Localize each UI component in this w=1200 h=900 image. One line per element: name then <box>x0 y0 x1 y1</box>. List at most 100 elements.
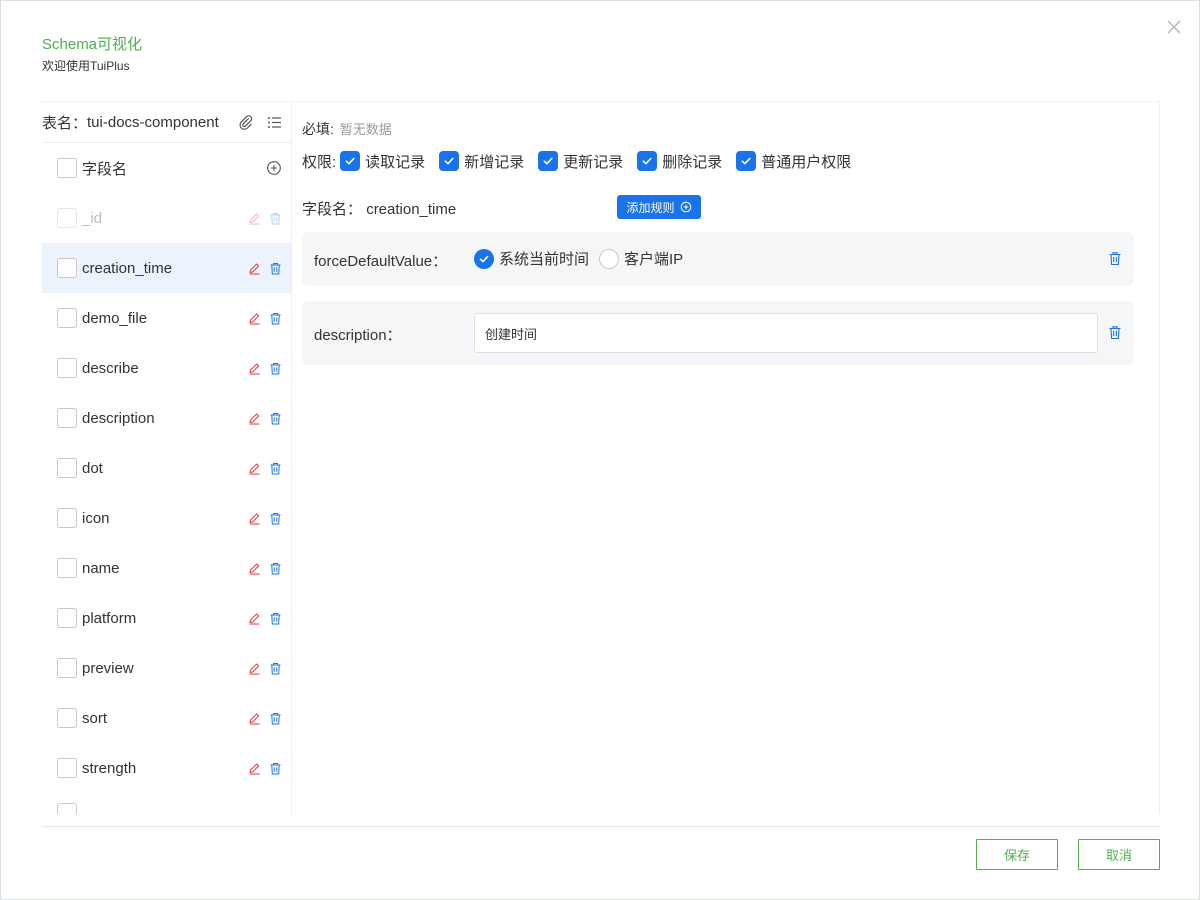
dialog-subtitle: 欢迎使用TuiPlus <box>42 59 130 73</box>
edit-icon[interactable] <box>248 712 261 725</box>
field-row-id[interactable]: _id <box>42 193 291 243</box>
edit-icon[interactable] <box>248 462 261 475</box>
selected-field-value: creation_time <box>366 201 457 218</box>
edit-icon[interactable] <box>248 262 261 275</box>
checkbox-checked-icon <box>439 151 460 171</box>
trash-icon[interactable] <box>269 762 282 775</box>
permission-label: 删除记录 <box>662 153 723 171</box>
radio-client-ip[interactable]: 客户端IP <box>599 248 683 269</box>
trash-icon[interactable] <box>269 462 282 475</box>
field-row-description[interactable]: description <box>42 393 291 443</box>
edit-icon[interactable] <box>248 562 261 575</box>
trash-icon[interactable] <box>269 212 282 225</box>
trash-icon[interactable] <box>269 312 282 325</box>
trash-icon[interactable] <box>269 412 282 425</box>
field-name-label: name <box>82 559 120 577</box>
rule-card-force-default: forceDefaultValue： 系统当前时间 客户端IP <box>302 232 1134 286</box>
radio-system-time-label: 系统当前时间 <box>499 251 590 268</box>
field-checkbox[interactable] <box>57 358 77 378</box>
edit-icon[interactable] <box>248 512 261 525</box>
permission-checkbox-3[interactable]: 删除记录 <box>637 151 722 172</box>
schema-body: 表名： tui-docs-component 字段名 _id creation_… <box>42 101 1160 814</box>
trash-icon[interactable] <box>269 512 282 525</box>
field-checkbox[interactable] <box>57 408 77 428</box>
edit-icon[interactable] <box>248 612 261 625</box>
selected-field-label: 字段名： <box>302 201 363 218</box>
footer-divider <box>42 826 1160 827</box>
field-checkbox[interactable] <box>57 258 77 278</box>
trash-icon[interactable] <box>269 712 282 725</box>
edit-icon[interactable] <box>248 662 261 675</box>
edit-icon[interactable] <box>248 362 261 375</box>
field-checkbox[interactable] <box>57 508 77 528</box>
field-header-row: 字段名 <box>42 143 291 193</box>
cancel-button[interactable]: 取消 <box>1078 839 1160 870</box>
trash-icon[interactable] <box>269 262 282 275</box>
radio-system-time[interactable]: 系统当前时间 <box>474 248 589 269</box>
field-checkbox[interactable] <box>57 208 77 228</box>
trash-icon[interactable] <box>1108 251 1122 266</box>
field-name-label: platform <box>82 609 137 627</box>
field-name-label: strength <box>82 759 137 777</box>
description-input[interactable] <box>474 313 1098 353</box>
rule-card-description: description： <box>302 301 1134 365</box>
field-name-label: describe <box>82 359 139 377</box>
trash-icon[interactable] <box>269 662 282 675</box>
field-row-preview[interactable]: preview <box>42 643 291 693</box>
edit-icon[interactable] <box>248 412 261 425</box>
trash-icon[interactable] <box>269 362 282 375</box>
dialog-title: Schema可视化 <box>42 36 143 53</box>
field-checkbox[interactable] <box>57 758 77 778</box>
add-rule-button[interactable]: 添加规则 <box>617 195 701 219</box>
field-name-label: creation_time <box>82 259 173 277</box>
field-name-label: icon <box>82 509 110 527</box>
field-checkbox[interactable] <box>57 458 77 478</box>
add-circle-icon[interactable] <box>266 160 282 176</box>
permission-checkbox-4[interactable]: 普通用户权限 <box>736 151 851 172</box>
table-name-header: 表名： tui-docs-component <box>42 102 291 143</box>
field-name-label: sort <box>82 709 108 727</box>
permissions-label: 权限: <box>302 153 337 171</box>
field-header-label: 字段名 <box>82 160 128 178</box>
checkbox-checked-icon <box>736 151 757 171</box>
field-checkbox[interactable] <box>57 658 77 678</box>
edit-icon[interactable] <box>248 212 261 225</box>
trash-icon[interactable] <box>269 562 282 575</box>
field-row-icon[interactable]: icon <box>42 493 291 543</box>
field-row-dot[interactable]: dot <box>42 443 291 493</box>
select-all-checkbox[interactable] <box>57 158 77 178</box>
add-rule-label: 添加规则 <box>626 200 675 215</box>
checkbox-checked-icon <box>637 151 658 171</box>
list-icon[interactable] <box>267 115 282 130</box>
trash-icon[interactable] <box>1108 325 1122 340</box>
permission-label: 新增记录 <box>464 153 525 171</box>
selected-field-line: 字段名： creation_time <box>302 198 456 219</box>
save-button[interactable]: 保存 <box>976 839 1058 870</box>
add-circle-icon <box>680 201 691 213</box>
field-row-creation-time[interactable]: creation_time <box>42 243 291 293</box>
required-empty-text: 暂无数据 <box>339 122 392 137</box>
field-checkbox[interactable] <box>57 708 77 728</box>
field-row-partial <box>42 793 291 814</box>
field-row-demo-file[interactable]: demo_file <box>42 293 291 343</box>
field-checkbox[interactable] <box>57 608 77 628</box>
field-row-strength[interactable]: strength <box>42 743 291 793</box>
edit-icon[interactable] <box>248 312 261 325</box>
paperclip-icon[interactable] <box>238 114 254 130</box>
field-row-sort[interactable]: sort <box>42 693 291 743</box>
edit-icon[interactable] <box>248 762 261 775</box>
field-name-label: demo_file <box>82 309 148 327</box>
trash-icon[interactable] <box>269 612 282 625</box>
close-icon[interactable] <box>1165 18 1183 36</box>
permission-checkbox-2[interactable]: 更新记录 <box>538 151 623 172</box>
field-checkbox[interactable] <box>57 803 77 814</box>
field-checkbox[interactable] <box>57 308 77 328</box>
field-row-name[interactable]: name <box>42 543 291 593</box>
permission-checkbox-1[interactable]: 新增记录 <box>439 151 524 172</box>
permission-label: 更新记录 <box>563 153 624 171</box>
field-checkbox[interactable] <box>57 558 77 578</box>
field-row-platform[interactable]: platform <box>42 593 291 643</box>
field-row-describe[interactable]: describe <box>42 343 291 393</box>
permission-label: 普通用户权限 <box>761 153 852 171</box>
permission-checkbox-0[interactable]: 读取记录 <box>340 151 425 172</box>
